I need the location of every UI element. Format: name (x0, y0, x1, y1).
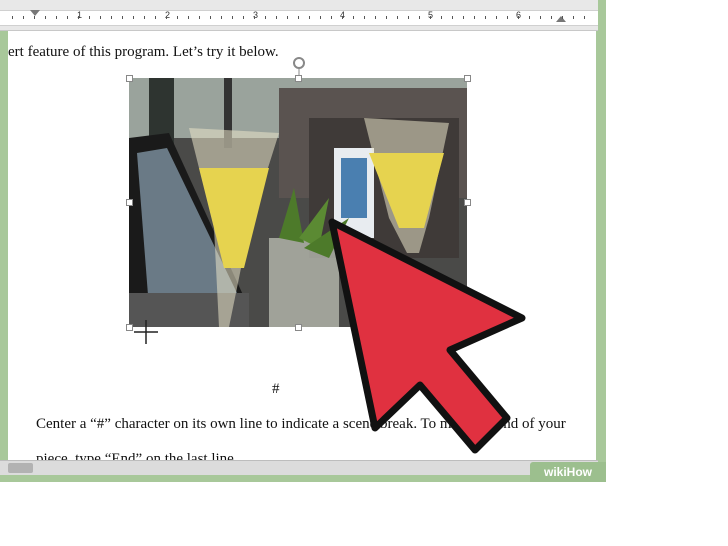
ruler-tick (210, 16, 211, 19)
ruler-tick (56, 16, 57, 19)
ruler-tick (397, 16, 398, 19)
document-text-line: ert feature of this program. Let’s try i… (8, 44, 279, 60)
ruler-tick (221, 16, 222, 19)
ruler-tick (463, 16, 464, 19)
ruler-tick (364, 16, 365, 19)
resize-handle[interactable] (126, 75, 133, 82)
resize-handle[interactable] (295, 324, 302, 331)
ruler-tick (474, 16, 475, 19)
ruler-tick (155, 16, 156, 19)
ruler-tick (353, 16, 354, 19)
ruler-tick (529, 16, 530, 19)
ruler-tick (320, 16, 321, 19)
ruler-tick (331, 16, 332, 19)
ruler-tick (342, 16, 343, 19)
ruler-tick (133, 16, 134, 19)
ruler-tick (562, 16, 563, 19)
ruler-tick (78, 16, 79, 19)
ruler-tick (551, 16, 552, 19)
ruler-tick (89, 16, 90, 19)
resize-handle[interactable] (464, 75, 471, 82)
ruler-tick (375, 16, 376, 19)
ruler-tick (441, 16, 442, 19)
scrollbar-thumb[interactable] (8, 463, 33, 473)
ruler-tick (23, 16, 24, 19)
ruler-tick (518, 16, 519, 19)
ruler-tick (232, 16, 233, 19)
ruler-tick (265, 16, 266, 19)
ruler-tick (45, 16, 46, 19)
ruler-tick (386, 16, 387, 19)
ruler-tick (199, 16, 200, 19)
rotate-handle-icon[interactable] (290, 54, 308, 76)
ruler-tick (287, 16, 288, 19)
ruler-tick (584, 16, 585, 19)
ruler-tick (34, 16, 35, 19)
ruler-tick (309, 16, 310, 19)
ruler-tick (507, 16, 508, 19)
ruler-tick (298, 16, 299, 19)
ruler-tick (166, 16, 167, 19)
ruler-tick (67, 16, 68, 19)
ruler-tick (122, 16, 123, 19)
ruler-tick (452, 16, 453, 19)
ruler-tick (485, 16, 486, 19)
ruler-tick (573, 16, 574, 19)
right-indent-marker[interactable] (556, 16, 566, 22)
wikihow-watermark: wikiHow (530, 462, 606, 482)
ruler-tick (144, 16, 145, 19)
horizontal-ruler[interactable]: 1 2 3 4 5 6 (0, 0, 598, 31)
ruler-tick (496, 16, 497, 19)
ruler-tick (100, 16, 101, 19)
ruler-tick (430, 16, 431, 19)
ruler-tick (243, 16, 244, 19)
ruler-tick (188, 16, 189, 19)
ruler-tick (540, 16, 541, 19)
ruler-tick (12, 16, 13, 19)
resize-handle[interactable] (295, 75, 302, 82)
ruler-tick (111, 16, 112, 19)
ruler-tick (254, 16, 255, 19)
ruler-tick (276, 16, 277, 19)
ruler-tick (419, 16, 420, 19)
pointer-arrow-icon (328, 218, 526, 454)
ruler-tick (177, 16, 178, 19)
resize-handle[interactable] (126, 324, 133, 331)
scene-break-mark: # (272, 381, 280, 397)
move-cursor-icon (134, 320, 158, 344)
ruler-tick (408, 16, 409, 19)
first-line-indent-marker[interactable] (30, 10, 40, 16)
resize-handle[interactable] (126, 199, 133, 206)
